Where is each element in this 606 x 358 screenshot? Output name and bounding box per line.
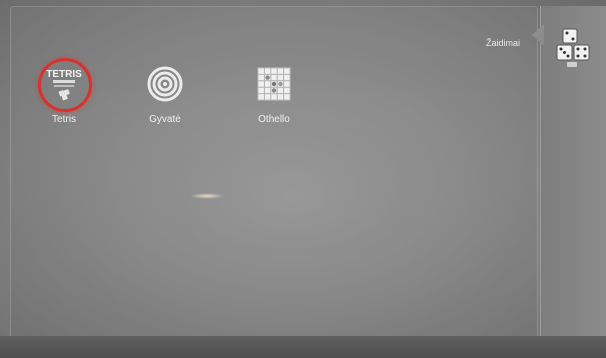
game-label-gyvate: Gyvatė xyxy=(149,114,181,125)
screen-glare xyxy=(190,193,224,199)
game-label-tetris: Tetris xyxy=(52,114,76,125)
game-item-tetris[interactable]: TETRIS Tetris xyxy=(24,56,104,125)
board-grid-icon xyxy=(246,56,302,112)
target-icon xyxy=(137,56,193,112)
dice-icon[interactable] xyxy=(555,28,591,68)
game-item-othello[interactable]: Othello xyxy=(234,56,314,125)
category-title: Žaidimai xyxy=(485,38,520,48)
tetris-icon: TETRIS xyxy=(36,56,92,112)
game-item-gyvate[interactable]: Gyvatė xyxy=(125,56,205,125)
tetris-logo-text: TETRIS xyxy=(46,69,82,80)
game-label-othello: Othello xyxy=(258,114,290,125)
bottom-bezel xyxy=(0,336,606,358)
